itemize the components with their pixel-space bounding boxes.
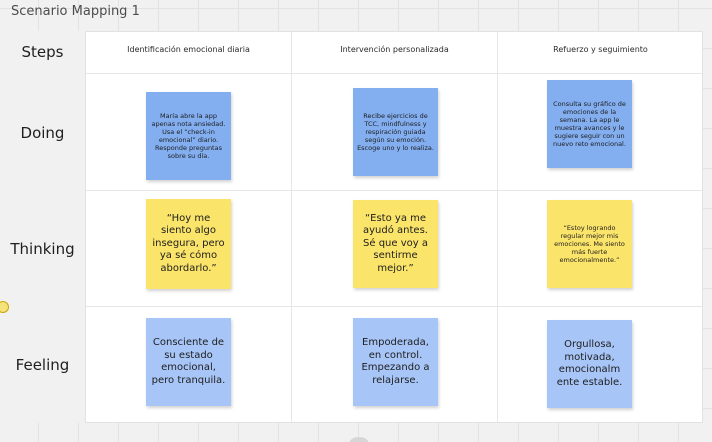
row-divider — [86, 73, 702, 74]
sticky-note-feeling-3[interactable]: Orgullosa, motivada, emocionalm ente est… — [547, 320, 632, 408]
step-header-2: Intervención personalizada — [340, 45, 449, 54]
sticky-note-thinking-1[interactable]: “Hoy me siento algo insegura, pero ya sé… — [146, 199, 231, 289]
sticky-note-doing-1[interactable]: María abre la app apenas nota ansiedad. … — [146, 92, 231, 180]
sticky-note-feeling-1[interactable]: Consciente de su estado emocional, pero … — [146, 318, 231, 406]
sticky-note-doing-3[interactable]: Consulta su gráfico de emociones de la s… — [547, 80, 632, 168]
frame-title[interactable]: Scenario Mapping 1 — [11, 4, 140, 19]
sticky-note-feeling-2[interactable]: Empoderada, en control. Empezando a rela… — [353, 318, 438, 406]
row-label-doing: Doing — [20, 124, 65, 142]
row-label-thinking: Thinking — [10, 240, 75, 258]
scenario-map-board: Steps Doing Thinking Feeling Identificac… — [0, 31, 712, 423]
sticky-note-thinking-2[interactable]: “Esto ya me ayudó antes. Sé que voy a se… — [353, 200, 438, 288]
row-label-steps: Steps — [21, 43, 64, 61]
column-divider — [497, 32, 498, 422]
row-label-column: Steps Doing Thinking Feeling — [0, 31, 85, 423]
sticky-note-doing-2[interactable]: Recibe ejercicios de TCC, mindfulness y … — [353, 88, 438, 176]
step-header-3: Refuerzo y seguimiento — [553, 45, 648, 54]
scenario-table: Identificación emocional diaria Interven… — [85, 31, 703, 423]
step-header-1: Identificación emocional diaria — [127, 45, 250, 54]
column-divider — [291, 32, 292, 422]
row-divider — [86, 306, 702, 307]
row-label-feeling: Feeling — [15, 356, 70, 374]
sticky-note-thinking-3[interactable]: “Estoy logrando regular mejor mis emocio… — [547, 200, 632, 288]
bottom-toolbar-handle[interactable] — [348, 437, 370, 442]
row-divider — [86, 190, 702, 191]
